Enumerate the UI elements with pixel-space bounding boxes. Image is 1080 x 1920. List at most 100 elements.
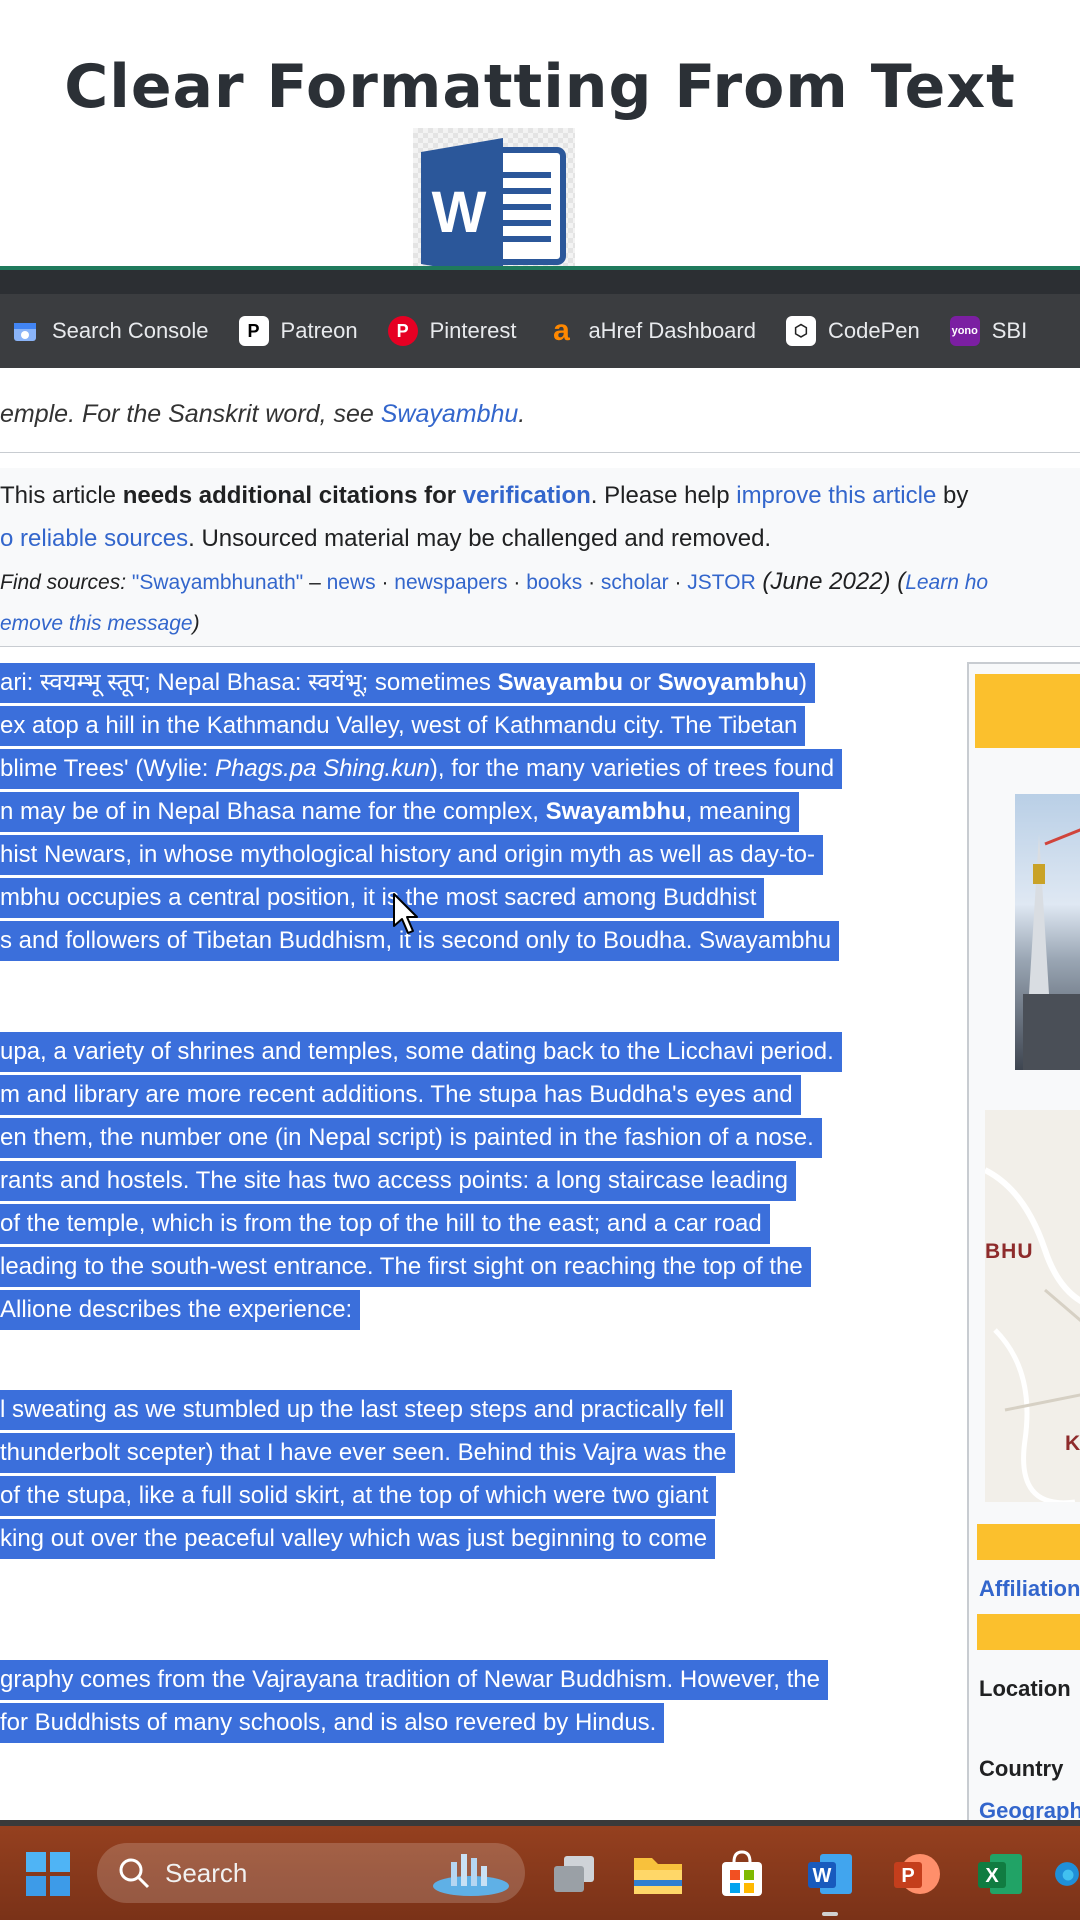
excel-taskbar-button[interactable]: X	[974, 1848, 1026, 1900]
wikipedia-article: emple. For the Sanskrit word, see Swayam…	[0, 368, 1080, 1820]
news-link[interactable]: news	[327, 571, 376, 594]
task-view-icon	[554, 1856, 594, 1892]
selected-text-line[interactable]: en them, the number one (in Nepal script…	[0, 1118, 822, 1158]
map-label-k: K	[1065, 1432, 1080, 1455]
selected-bold: Swayambu	[497, 669, 623, 696]
pinterest-icon: P	[387, 316, 418, 346]
find-sources-label: Find sources:	[0, 571, 132, 594]
selected-text-line[interactable]: rants and hostels. The site has two acce…	[0, 1161, 797, 1201]
selected-text-line[interactable]: l sweating as we stumbled up the last st…	[0, 1390, 733, 1430]
map-label: BHU	[985, 1240, 1034, 1263]
notice-line-2: o reliable sources. Unsourced material m…	[0, 517, 771, 560]
ahrefs-icon: a	[553, 314, 570, 347]
word-logo-letter: W	[432, 180, 487, 245]
improve-article-link[interactable]: improve this article	[736, 482, 936, 509]
file-explorer-icon	[634, 1858, 682, 1894]
divider	[0, 452, 1080, 453]
notice-line-3: Find sources: "Swayambhunath" – news · n…	[0, 560, 988, 604]
taskbar: Search W P X	[0, 1826, 1080, 1920]
verification-link[interactable]: verification	[463, 482, 591, 509]
selected-text-line[interactable]: ari: स्वयम्भू स्तूप; Nepal Bhasa: स्वयंभ…	[0, 663, 816, 703]
learn-how-link[interactable]: Learn ho	[905, 571, 988, 594]
bookmark-label: SBI	[991, 318, 1028, 343]
mouse-cursor-icon	[393, 893, 418, 934]
notice-line-1: This article needs additional citations …	[0, 474, 968, 517]
infobox-geo[interactable]: Geograph	[979, 1798, 1080, 1820]
bookmark-sbi[interactable]: yono SBI	[949, 316, 1028, 346]
stupa-image	[1023, 828, 1080, 1070]
word-logo-icon: W	[421, 138, 566, 278]
infobox-photo[interactable]	[1015, 794, 1080, 1070]
selected-text-line[interactable]: upa, a variety of shrines and temples, s…	[0, 1032, 842, 1072]
notice-line-4: emove this message)	[0, 602, 200, 645]
selected-text: or	[623, 669, 658, 696]
active-app-indicator	[822, 1912, 838, 1916]
selected-text-line[interactable]: ex atop a hill in the Kathmandu Valley, …	[0, 706, 806, 746]
search-icon	[119, 1858, 150, 1889]
word-logo: W	[413, 128, 575, 288]
bookmark-label: Pinterest	[429, 318, 517, 343]
selected-text-line[interactable]: king out over the peaceful valley which …	[0, 1519, 716, 1559]
store-button[interactable]	[716, 1848, 768, 1900]
bookmark-patreon[interactable]: P Patreon	[238, 316, 358, 346]
start-button[interactable]	[22, 1848, 74, 1900]
store-icon	[722, 1850, 762, 1896]
video-title: Clear Formatting From Text	[64, 52, 1016, 122]
reliable-sources-link[interactable]: o reliable sources	[0, 525, 188, 552]
infobox-header	[975, 674, 1080, 748]
newspapers-link[interactable]: newspapers	[394, 571, 507, 594]
selected-text-line[interactable]: of the stupa, like a full solid skirt, a…	[0, 1476, 717, 1516]
selected-text-line[interactable]: of the temple, which is from the top of …	[0, 1204, 770, 1244]
task-view-button[interactable]	[548, 1848, 600, 1900]
notice-text: This article	[0, 482, 123, 509]
selected-text-line[interactable]: mbhu occupies a central position, it is …	[0, 878, 765, 918]
powerpoint-icon: P	[894, 1854, 940, 1894]
selected-text-line[interactable]: n may be of in Nepal Bhasa name for the …	[0, 792, 800, 832]
selected-text-line[interactable]: leading to the south-west entrance. The …	[0, 1247, 811, 1287]
bookmark-codepen[interactable]: ⬡ CodePen	[785, 316, 920, 346]
query-link[interactable]: "Swayambhunath"	[132, 571, 303, 594]
remove-message-link[interactable]: emove this message	[0, 612, 193, 635]
hatnote: emple. For the Sanskrit word, see Swayam…	[0, 400, 525, 429]
selected-text-line[interactable]: hist Newars, in whose mythological histo…	[0, 835, 824, 875]
word-taskbar-button[interactable]: W	[804, 1848, 856, 1900]
selected-text-line[interactable]: Allione describes the experience:	[0, 1290, 361, 1330]
edge-taskbar-button[interactable]	[1054, 1848, 1080, 1900]
jstor-link[interactable]: JSTOR	[687, 571, 755, 594]
infobox-affiliation[interactable]: Affiliation	[979, 1576, 1080, 1602]
sbi-icon: yono	[949, 316, 980, 346]
selected-text: ari: स्वयम्भू स्तूप; Nepal Bhasa: स्वयंभ…	[0, 669, 498, 696]
powerpoint-taskbar-button[interactable]: P	[890, 1848, 942, 1900]
taskbar-search-label: Search	[165, 1857, 248, 1888]
selected-text-line[interactable]: blime Trees' (Wylie: Phags.pa Shing.kun)…	[0, 749, 843, 789]
bookmark-pinterest[interactable]: P Pinterest	[387, 316, 517, 346]
notice-dot: ·	[668, 571, 688, 594]
notice-dash: –	[303, 571, 327, 594]
notice-space	[456, 482, 463, 509]
notice-text: )	[192, 612, 200, 635]
notice-dot: ·	[582, 571, 601, 594]
selected-text-line[interactable]: thunderbolt scepter) that I have ever se…	[0, 1433, 735, 1473]
file-explorer-button[interactable]	[632, 1848, 684, 1900]
word-icon: W	[808, 1854, 852, 1894]
taskbar-search-box[interactable]: Search	[97, 1843, 525, 1903]
codepen-icon: ⬡	[785, 316, 816, 346]
selected-text: n may be of in Nepal Bhasa name for the …	[0, 798, 546, 825]
selected-text-line[interactable]: m and library are more recent additions.…	[0, 1075, 801, 1115]
infobox-map[interactable]: BHU K	[985, 1110, 1080, 1502]
selected-text-line[interactable]: graphy comes from the Vajrayana traditio…	[0, 1660, 828, 1700]
selected-bold: Swayambhu	[545, 798, 686, 825]
bookmark-search-console[interactable]: Search Console	[10, 316, 209, 346]
bookmark-ahrefs[interactable]: a aHref Dashboard	[546, 314, 756, 347]
infobox-section-bar	[977, 1614, 1080, 1650]
patreon-icon: P	[238, 316, 269, 346]
books-link[interactable]: books	[526, 571, 582, 594]
bookmarks-bar: Search Console P Patreon P Pinterest a a…	[0, 294, 1080, 368]
hatnote-link[interactable]: Swayambhu	[381, 400, 519, 428]
selected-text: )	[799, 669, 808, 696]
infobox-location: Location	[979, 1676, 1071, 1701]
scholar-link[interactable]: scholar	[601, 571, 669, 594]
citation-notice: This article needs additional citations …	[0, 468, 1080, 647]
selected-text-line[interactable]: for Buddhists of many schools, and is al…	[0, 1703, 665, 1743]
notice-text: by	[936, 482, 969, 509]
